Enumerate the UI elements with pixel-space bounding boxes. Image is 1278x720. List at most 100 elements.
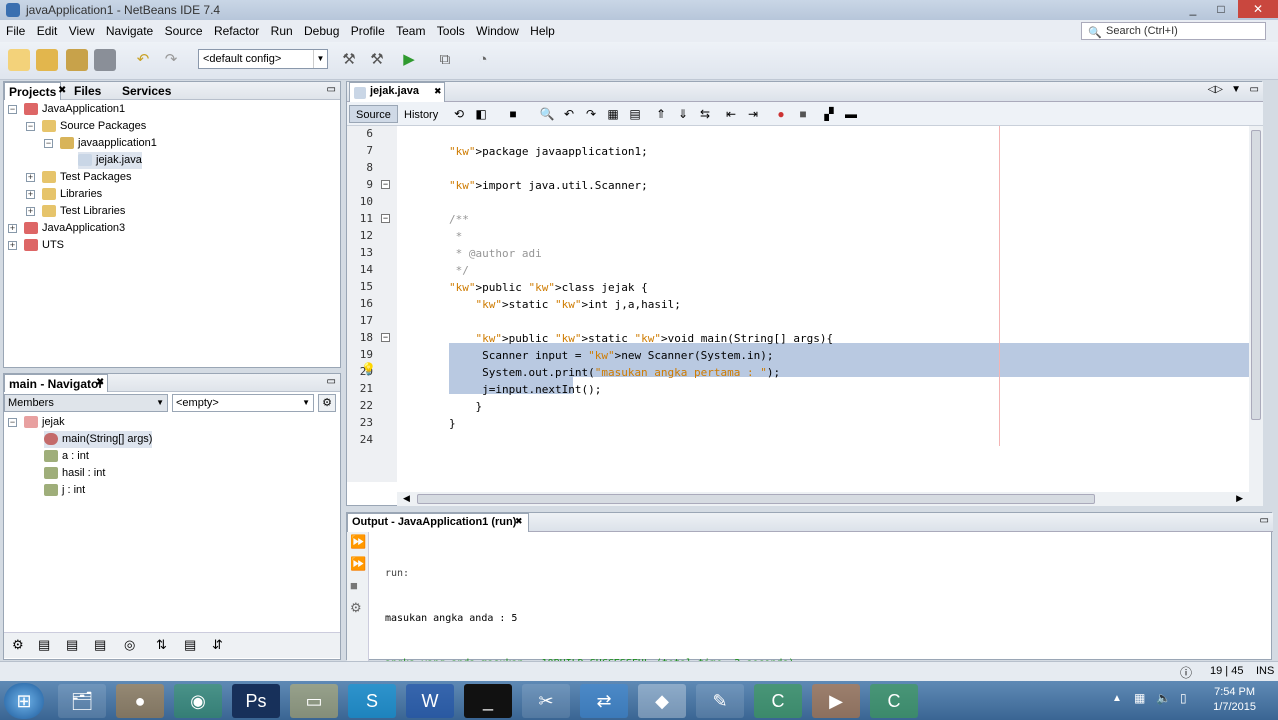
toggle-highlight-icon[interactable]: ▦ bbox=[605, 106, 621, 122]
menu-run[interactable]: Run bbox=[267, 20, 297, 42]
stop-macro-icon[interactable]: ■ bbox=[795, 106, 811, 122]
search-input[interactable]: 🔍 Search (Ctrl+I) bbox=[1081, 22, 1266, 40]
tree-node-jejak-java[interactable]: jejak.java bbox=[78, 152, 142, 169]
record-macro-icon[interactable]: ● bbox=[773, 106, 789, 122]
minimize-panel-icon[interactable]: ▭ bbox=[327, 84, 336, 95]
shift-right-icon[interactable]: ⇥ bbox=[745, 106, 761, 122]
word-icon[interactable]: W bbox=[406, 684, 454, 718]
menu-window[interactable]: Window bbox=[472, 20, 523, 42]
minimize-button[interactable]: _ bbox=[1180, 0, 1206, 18]
close-tab-icon[interactable]: ✖ bbox=[96, 377, 104, 388]
nav-node-field[interactable]: a : int bbox=[44, 448, 89, 465]
media-icon[interactable]: ▶ bbox=[812, 684, 860, 718]
uncomment-icon[interactable]: ▬ bbox=[843, 106, 859, 122]
minimize-panel-icon[interactable]: ▭ bbox=[1260, 515, 1269, 526]
collapse-icon[interactable]: − bbox=[8, 105, 17, 114]
members-select[interactable]: Members ▼ bbox=[4, 394, 168, 412]
build-hammer-icon[interactable]: ⚒ bbox=[338, 49, 360, 71]
tab-files[interactable]: Files bbox=[70, 82, 105, 100]
forward-icon[interactable]: ■ bbox=[505, 106, 521, 122]
menu-view[interactable]: View bbox=[65, 20, 99, 42]
clock[interactable]: 7:54 PM 1/7/2015 bbox=[1213, 685, 1256, 715]
nav-node-field[interactable]: hasil : int bbox=[44, 465, 105, 482]
vertical-scrollbar[interactable] bbox=[1249, 126, 1263, 506]
tree-node-uts[interactable]: UTS bbox=[24, 237, 64, 254]
tab-projects[interactable]: Projects bbox=[4, 82, 62, 100]
teamviewer-icon[interactable]: ⇄ bbox=[580, 684, 628, 718]
filter-fields-icon[interactable]: ▤ bbox=[38, 637, 50, 653]
find-next-icon[interactable]: ↷ bbox=[583, 106, 599, 122]
close-button[interactable]: ✕ bbox=[1238, 0, 1278, 18]
nav-node-method[interactable]: main(String[] args) bbox=[44, 431, 153, 448]
last-edit-icon[interactable]: ⟲ bbox=[451, 106, 467, 122]
menu-file[interactable]: File bbox=[2, 20, 29, 42]
next-bookmark-icon[interactable]: ⇓ bbox=[675, 106, 691, 122]
notifications-icon[interactable]: ⓘ bbox=[1180, 664, 1192, 681]
start-button[interactable]: ⊞ bbox=[4, 683, 44, 719]
fold-icon[interactable]: − bbox=[381, 214, 390, 223]
netbeans-icon[interactable]: ◆ bbox=[638, 684, 686, 718]
horizontal-scrollbar[interactable]: ◀ ▶ bbox=[397, 492, 1249, 506]
sort-icon[interactable]: ⇅ bbox=[156, 637, 167, 653]
fold-icon[interactable]: − bbox=[381, 333, 390, 342]
rerun-params-icon[interactable]: ⏩ bbox=[350, 556, 366, 572]
scroll-tabs-icon[interactable]: ◁▷ bbox=[1208, 84, 1223, 95]
menu-profile[interactable]: Profile bbox=[347, 20, 389, 42]
menu-debug[interactable]: Debug bbox=[300, 20, 343, 42]
filter-select[interactable]: <empty> ▼ bbox=[172, 394, 314, 412]
code-editor[interactable]: "kw">package javaapplication1; "kw">impor… bbox=[397, 126, 1249, 482]
collapse-icon[interactable]: − bbox=[26, 122, 35, 131]
close-tab-icon[interactable]: ✖ bbox=[434, 86, 442, 97]
menu-tools[interactable]: Tools bbox=[433, 20, 469, 42]
save-all-icon[interactable] bbox=[94, 49, 116, 71]
nav-node-class[interactable]: jejak bbox=[24, 414, 65, 431]
collapse-icon[interactable]: − bbox=[44, 139, 53, 148]
tree-node-test-libraries[interactable]: Test Libraries bbox=[42, 203, 125, 220]
tab-output[interactable]: Output - JavaApplication1 (run) bbox=[347, 513, 529, 532]
tree-node-libraries[interactable]: Libraries bbox=[42, 186, 102, 203]
recorder-icon[interactable]: C bbox=[870, 684, 918, 718]
filter-inherited-icon[interactable]: ◎ bbox=[124, 637, 135, 653]
sort-name-icon[interactable]: ▤ bbox=[184, 637, 196, 653]
filter-icon[interactable]: ⚙ bbox=[12, 637, 24, 653]
tree-node-source-packages[interactable]: Source Packages bbox=[42, 118, 146, 135]
expand-icon[interactable]: + bbox=[26, 190, 35, 199]
scroll-thumb[interactable] bbox=[417, 494, 1095, 504]
prev-bookmark-icon[interactable]: ⇑ bbox=[653, 106, 669, 122]
tree-node-package[interactable]: javaapplication1 bbox=[60, 135, 157, 152]
expand-icon[interactable]: + bbox=[8, 224, 17, 233]
stop-icon[interactable]: ■ bbox=[350, 578, 358, 593]
menu-team[interactable]: Team bbox=[392, 20, 429, 42]
debug-icon[interactable]: ⧉ bbox=[434, 49, 456, 71]
tab-services[interactable]: Services bbox=[118, 82, 175, 100]
open-project-icon[interactable] bbox=[66, 49, 88, 71]
menu-navigate[interactable]: Navigate bbox=[102, 20, 157, 42]
explorer-icon[interactable]: 🗂 bbox=[58, 684, 106, 718]
fold-icon[interactable]: − bbox=[381, 180, 390, 189]
skype-icon[interactable]: S bbox=[348, 684, 396, 718]
terminal-icon[interactable]: _ bbox=[464, 684, 512, 718]
scroll-right-icon[interactable]: ▶ bbox=[1236, 493, 1243, 504]
chrome-icon[interactable]: ◉ bbox=[174, 684, 222, 718]
minimize-panel-icon[interactable]: ▭ bbox=[327, 376, 336, 387]
rerun-icon[interactable]: ⏩ bbox=[350, 534, 366, 550]
camtasia-icon[interactable]: C bbox=[754, 684, 802, 718]
tree-node-javaapplication1[interactable]: JavaApplication1 bbox=[24, 101, 125, 118]
scroll-thumb[interactable] bbox=[1251, 130, 1261, 420]
close-tab-icon[interactable]: ✖ bbox=[58, 85, 66, 96]
history-tab[interactable]: History bbox=[397, 105, 445, 123]
expand-icon[interactable]: + bbox=[8, 241, 17, 250]
collapse-icon[interactable]: − bbox=[8, 418, 17, 427]
nav-node-field[interactable]: j : int bbox=[44, 482, 85, 499]
run-icon[interactable]: ▶ bbox=[398, 49, 420, 71]
hint-bulb-icon[interactable]: 💡 bbox=[361, 362, 376, 376]
clean-build-icon[interactable]: ⚒ bbox=[366, 49, 388, 71]
firefox-icon[interactable]: ● bbox=[116, 684, 164, 718]
find-icon[interactable]: 🔍 bbox=[539, 106, 555, 122]
filter-static-icon[interactable]: ▤ bbox=[66, 637, 78, 653]
filter-nonpublic-icon[interactable]: ▤ bbox=[94, 637, 106, 653]
menu-refactor[interactable]: Refactor bbox=[210, 20, 263, 42]
new-file-icon[interactable] bbox=[8, 49, 30, 71]
toggle-selection-icon[interactable]: ▤ bbox=[627, 106, 643, 122]
config-select[interactable]: <default config> ▼ bbox=[198, 49, 328, 69]
